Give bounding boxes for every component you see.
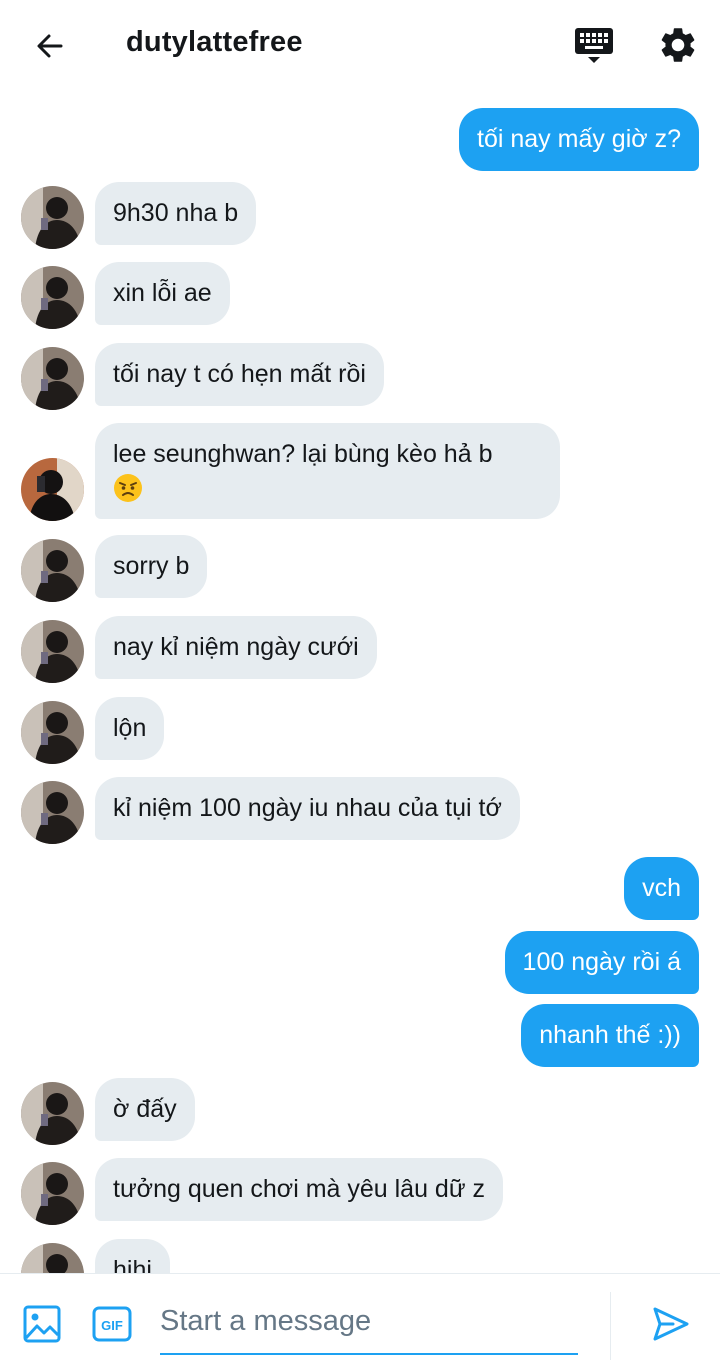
- avatar[interactable]: [21, 701, 84, 764]
- received-message-bubble[interactable]: 9h30 nha b: [95, 182, 257, 245]
- received-message-bubble[interactable]: nay kỉ niệm ngày cưới: [95, 616, 377, 679]
- sent-message-bubble[interactable]: vch: [624, 857, 699, 920]
- received-message-bubble[interactable]: ờ đấy: [95, 1078, 195, 1141]
- add-image-button[interactable]: [22, 1304, 62, 1344]
- received-message-bubble[interactable]: xin lỗi ae: [95, 262, 230, 325]
- keyboard-icon: [575, 28, 613, 63]
- conversation-header: dutylattefree: [0, 0, 720, 90]
- message-row: ờ đấy: [0, 1078, 720, 1145]
- message-composer: GIF: [0, 1273, 720, 1371]
- message-row: tối nay mấy giờ z?: [0, 108, 720, 174]
- keyboard-button[interactable]: [572, 26, 616, 66]
- sent-message-bubble[interactable]: 100 ngày rồi á: [504, 931, 699, 994]
- avatar[interactable]: [21, 620, 84, 683]
- avatar-photo-icon: [21, 458, 84, 521]
- back-arrow-icon: [37, 34, 63, 58]
- message-row: tối nay t có hẹn mất rồi: [0, 343, 720, 410]
- message-row: nhanh thế :)): [0, 1004, 720, 1070]
- received-message-bubble[interactable]: hihi: [95, 1239, 170, 1273]
- add-gif-button[interactable]: GIF: [92, 1306, 132, 1342]
- gif-label: GIF: [101, 1318, 123, 1333]
- avatar-photo-icon: [21, 266, 84, 329]
- received-message-bubble[interactable]: lee seunghwan? lại bùng kèo hả b: [95, 423, 560, 519]
- avatar[interactable]: [21, 1243, 84, 1273]
- avatar[interactable]: [21, 1082, 84, 1145]
- avatar[interactable]: [21, 539, 84, 602]
- avatar-photo-icon: [21, 1243, 84, 1273]
- back-button[interactable]: [30, 26, 70, 66]
- send-icon: [653, 1307, 689, 1341]
- avatar-photo-icon: [21, 347, 84, 410]
- composer-divider: [610, 1292, 611, 1360]
- message-row: lee seunghwan? lại bùng kèo hả b: [0, 423, 720, 521]
- avatar-photo-icon: [21, 620, 84, 683]
- avatar-photo-icon: [21, 1082, 84, 1145]
- received-message-bubble[interactable]: tưởng quen chơi mà yêu lâu dữ z: [95, 1158, 504, 1221]
- message-row: 9h30 nha b: [0, 182, 720, 249]
- message-row: lộn: [0, 697, 720, 764]
- send-button[interactable]: [651, 1304, 691, 1344]
- received-message-bubble[interactable]: kỉ niệm 100 ngày iu nhau của tụi tớ: [95, 777, 520, 840]
- received-message-bubble[interactable]: tối nay t có hẹn mất rồi: [95, 343, 384, 406]
- message-row: xin lỗi ae: [0, 262, 720, 329]
- avatar-photo-icon: [21, 539, 84, 602]
- image-icon: [23, 1305, 61, 1343]
- avatar[interactable]: [21, 781, 84, 844]
- settings-button[interactable]: [657, 24, 699, 66]
- avatar-photo-icon: [21, 781, 84, 844]
- message-row: 100 ngày rồi á: [0, 931, 720, 997]
- message-text: lee seunghwan? lại bùng kèo hả b: [113, 440, 493, 468]
- message-row: sorry b: [0, 535, 720, 602]
- received-message-bubble[interactable]: lộn: [95, 697, 165, 760]
- avatar[interactable]: [21, 186, 84, 249]
- gif-icon: GIF: [92, 1306, 132, 1342]
- sent-message-bubble[interactable]: tối nay mấy giờ z?: [459, 108, 699, 171]
- avatar-photo-icon: [21, 1162, 84, 1225]
- avatar[interactable]: [21, 1162, 84, 1225]
- avatar[interactable]: [21, 347, 84, 410]
- sent-message-bubble[interactable]: nhanh thế :)): [521, 1004, 699, 1067]
- message-row: nay kỉ niệm ngày cưới: [0, 616, 720, 683]
- message-list[interactable]: tối nay mấy giờ z? 9h30 nha b xin lỗi ae…: [0, 90, 720, 1273]
- avatar[interactable]: [21, 266, 84, 329]
- avatar-photo-icon: [21, 701, 84, 764]
- message-row: vch: [0, 857, 720, 923]
- angry-face-emoji: [114, 474, 142, 503]
- message-row: tưởng quen chơi mà yêu lâu dữ z: [0, 1158, 720, 1225]
- avatar[interactable]: [21, 458, 84, 521]
- message-input[interactable]: [160, 1298, 578, 1344]
- conversation-title[interactable]: dutylattefree: [126, 26, 303, 59]
- message-row: kỉ niệm 100 ngày iu nhau của tụi tớ: [0, 777, 720, 844]
- gear-icon: [661, 28, 695, 62]
- received-message-bubble[interactable]: sorry b: [95, 535, 208, 598]
- avatar-photo-icon: [21, 186, 84, 249]
- message-row: hihi: [0, 1239, 720, 1273]
- input-underline: [160, 1353, 578, 1355]
